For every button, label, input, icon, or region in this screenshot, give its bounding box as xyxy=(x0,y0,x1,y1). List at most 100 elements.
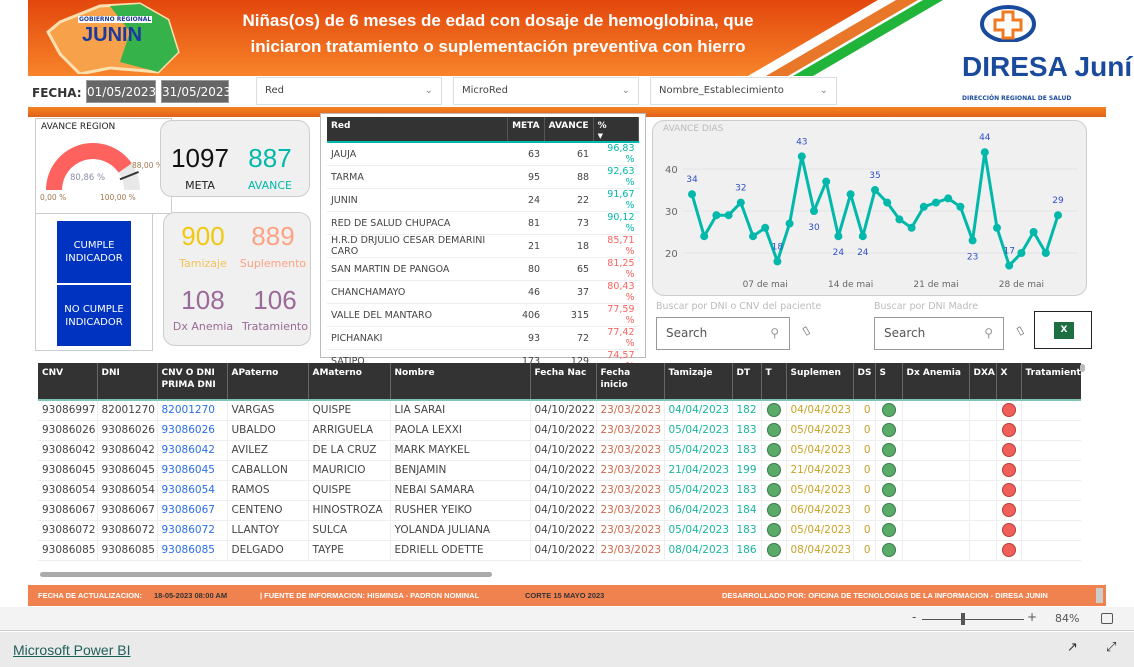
zoom-slider-handle[interactable] xyxy=(961,613,965,625)
data-point[interactable] xyxy=(688,190,696,199)
export-excel-button[interactable]: X xyxy=(1034,311,1092,349)
zoom-slider[interactable] xyxy=(922,619,1024,620)
column-header[interactable]: T xyxy=(761,363,787,401)
share-icon[interactable]: ↗ xyxy=(1067,640,1078,655)
microred-dropdown[interactable]: MicroRed ⌄ xyxy=(453,77,639,105)
data-point[interactable] xyxy=(1017,249,1026,257)
eraser-icon[interactable]: ▯ xyxy=(1014,323,1026,337)
data-point[interactable] xyxy=(749,232,757,241)
col-percent[interactable]: % ▼ xyxy=(593,117,640,143)
column-header[interactable]: S xyxy=(875,363,903,401)
red-table-row[interactable]: PICHANAKI 93 72 77,42 % xyxy=(327,326,639,350)
data-point[interactable] xyxy=(1054,211,1062,220)
table-row[interactable]: 93086997 82001270 82001270 VARGAS QUISPE LIA … xyxy=(38,400,1081,421)
column-header[interactable]: Tamizaje xyxy=(664,363,733,401)
data-point[interactable] xyxy=(846,190,855,199)
data-point[interactable] xyxy=(810,207,818,215)
table-row[interactable]: 93086072 93086072 93086072 LLANTOY SULCA YOLA… xyxy=(38,520,1081,541)
red-table-row[interactable]: RED DE SALUD CHUPACA 81 73 90,12 % xyxy=(327,211,639,235)
column-header[interactable]: Nombre xyxy=(390,363,531,401)
status-red-icon xyxy=(1001,483,1016,497)
date-from-input[interactable]: 01/05/2023 xyxy=(86,80,156,103)
column-header[interactable]: Fecha Nac xyxy=(530,363,597,401)
powerbi-link[interactable]: Microsoft Power BI xyxy=(13,642,130,658)
date-to-input[interactable]: 31/05/2023 xyxy=(161,80,231,103)
data-point[interactable] xyxy=(797,152,806,161)
status-red-icon xyxy=(1001,523,1016,537)
column-header[interactable]: CNV O DNI PRIMA DNI xyxy=(157,363,228,401)
data-point[interactable] xyxy=(883,198,892,207)
data-point[interactable] xyxy=(956,202,965,211)
data-point[interactable] xyxy=(700,232,709,241)
data-point[interactable] xyxy=(834,232,843,241)
data-point[interactable] xyxy=(919,202,928,211)
table-row[interactable]: 93086026 93086026 93086026 UBALDO ARRIGUELA P… xyxy=(38,420,1081,441)
column-header[interactable]: APaterno xyxy=(227,363,309,401)
data-point[interactable] xyxy=(944,194,953,203)
data-point[interactable] xyxy=(1041,249,1050,257)
column-header[interactable]: Dx Anemia xyxy=(902,363,970,401)
zoom-out-button[interactable]: - xyxy=(912,610,916,624)
fit-to-page-icon[interactable] xyxy=(1101,613,1113,624)
red-table-row[interactable]: JUNIN 24 22 91,67 % xyxy=(327,188,639,212)
zoom-in-button[interactable]: + xyxy=(1027,610,1037,624)
data-point[interactable] xyxy=(712,211,721,220)
red-table-row[interactable]: H.R.D DRJULIO CESAR DEMARINI CARO 21 18 85,… xyxy=(327,234,639,258)
cumple-indicador-button[interactable]: CUMPLE INDICADOR xyxy=(57,221,131,283)
data-point[interactable] xyxy=(736,198,745,207)
establecimiento-dropdown[interactable]: Nombre_Establecimiento ⌄ xyxy=(650,77,837,105)
vertical-scrollbar[interactable] xyxy=(1080,364,1085,372)
column-header[interactable]: DS xyxy=(853,363,876,401)
data-point[interactable] xyxy=(980,148,989,157)
data-point[interactable] xyxy=(773,257,782,266)
patient-search-input[interactable]: Search ⚲ xyxy=(656,317,790,350)
data-point[interactable] xyxy=(1029,228,1038,236)
data-point[interactable] xyxy=(932,198,940,207)
left-logo-subtitle: GOBIERNO REGIONAL xyxy=(78,16,153,23)
data-point[interactable] xyxy=(858,232,867,241)
col-meta[interactable]: META xyxy=(507,117,545,143)
table-row[interactable]: 93086045 93086045 93086045 CABALLON MAURICIO… xyxy=(38,460,1081,481)
data-point[interactable] xyxy=(761,223,770,232)
column-header[interactable]: DNI xyxy=(97,363,158,401)
fecha-inicio-cell: 23/03/2023 xyxy=(596,480,665,501)
red-table-row[interactable]: TARMA 95 88 92,63 % xyxy=(327,165,639,189)
column-header[interactable]: Tratamiento xyxy=(1021,363,1081,401)
column-header[interactable]: DXA xyxy=(969,363,997,401)
table-row[interactable]: 93086085 93086085 93086085 DELGADO TAYPE EDRI… xyxy=(38,540,1081,561)
mother-search-input[interactable]: Search ⚲ xyxy=(874,317,1004,350)
red-table-row[interactable]: SAN MARTIN DE PANGOA 80 65 81,25 % xyxy=(327,257,639,281)
s-cell xyxy=(875,500,903,521)
table-row[interactable]: 93086054 93086054 93086054 RAMOS QUISPE NEBAI… xyxy=(38,480,1081,501)
col-red[interactable]: Red xyxy=(327,117,509,143)
eraser-icon[interactable]: ▯ xyxy=(800,323,812,337)
red-table-row[interactable]: VALLE DEL MANTARO 406 315 77,59 % xyxy=(327,303,639,327)
column-header[interactable]: Fecha inicio xyxy=(596,363,665,401)
data-point[interactable] xyxy=(822,177,831,186)
col-avance[interactable]: AVANCE xyxy=(544,117,594,143)
data-point[interactable] xyxy=(895,215,904,224)
column-header[interactable]: X xyxy=(996,363,1022,401)
table-row[interactable]: 93086067 93086067 93086067 CENTENO HINOSTROZ… xyxy=(38,500,1081,521)
data-point[interactable] xyxy=(907,223,916,232)
data-point[interactable] xyxy=(993,223,1001,232)
no-cumple-indicador-button[interactable]: NO CUMPLE INDICADOR xyxy=(57,285,131,346)
red-dropdown[interactable]: Red ⌄ xyxy=(256,77,442,105)
data-point[interactable] xyxy=(1005,261,1014,270)
column-header[interactable]: Suplemen xyxy=(786,363,854,401)
red-table-row[interactable]: CHANCHAMAYO 46 37 80,43 % xyxy=(327,280,639,304)
table-row[interactable]: 93086042 93086042 93086042 AVILEZ DE LA CRUZ… xyxy=(38,440,1081,461)
data-point[interactable] xyxy=(871,186,879,194)
column-header[interactable]: AMaterno xyxy=(308,363,391,401)
fullscreen-icon[interactable]: ⤢ xyxy=(1106,640,1116,655)
avance-cell: 315 xyxy=(544,303,594,327)
horizontal-scrollbar[interactable] xyxy=(40,572,492,577)
footer-scrollbar[interactable] xyxy=(1096,588,1103,603)
red-table-row[interactable]: JAUJA 63 61 96,83 % xyxy=(327,142,639,166)
column-header[interactable]: CNV xyxy=(38,363,98,401)
tamizaje-cell: 04/04/2023 xyxy=(664,400,733,421)
data-point[interactable] xyxy=(785,219,794,228)
data-point[interactable] xyxy=(968,236,977,245)
column-header[interactable]: DT xyxy=(732,363,762,401)
data-point[interactable] xyxy=(724,211,733,220)
